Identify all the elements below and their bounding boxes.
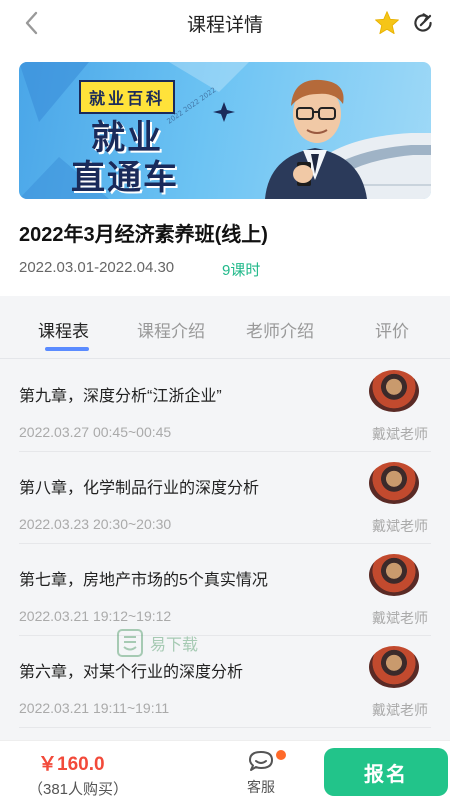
- lesson-teacher: 戴斌老师: [372, 518, 428, 534]
- course-banner: 2022 2022 2022 就业百科 就业 直通车: [19, 62, 431, 199]
- course-price: ￥160.0: [38, 754, 105, 775]
- lesson-name: 第九章，深度分析“江浙企业”: [19, 388, 222, 405]
- favorite-button[interactable]: [374, 10, 400, 36]
- course-tabs: 课程表 课程介绍 老师介绍 评价: [0, 303, 450, 359]
- chat-icon: [249, 751, 273, 771]
- lesson-name: 第六章，对某个行业的深度分析: [19, 664, 244, 681]
- watermark-text: 易下载: [150, 635, 199, 654]
- share-icon: [414, 13, 432, 32]
- watermark: 易下载: [116, 628, 198, 658]
- lesson-time: 2022.03.21 19:12~19:12: [19, 608, 172, 624]
- lesson-item[interactable]: 第六章，对某个行业的深度分析 2022.03.21 19:11~19:11 戴斌…: [0, 636, 450, 728]
- course-title: 2022年3月经济素养班(线上): [19, 224, 268, 246]
- lesson-item[interactable]: 第九章，深度分析“江浙企业” 2022.03.27 00:45~00:45 戴斌…: [0, 360, 450, 452]
- bottom-bar: ￥160.0 （381人购买） 客服 报名: [0, 740, 450, 800]
- active-tab-indicator: [45, 347, 89, 351]
- enroll-button[interactable]: 报名: [324, 748, 448, 796]
- watermark-logo-icon: [117, 629, 143, 657]
- customer-service-button[interactable]: 客服: [240, 749, 286, 799]
- share-button[interactable]: [410, 10, 436, 36]
- businessman-illustration: [265, 79, 367, 199]
- lesson-item[interactable]: 第七章，房地产市场的5个真实情况 2022.03.21 19:12~19:12 …: [0, 544, 450, 636]
- lesson-name: 第七章，房地产市场的5个真实情况: [19, 572, 268, 589]
- lesson-name: 第八章，化学制品行业的深度分析: [19, 480, 260, 497]
- lesson-teacher: 戴斌老师: [372, 426, 428, 442]
- teacher-avatar: [369, 554, 419, 596]
- lesson-time: 2022.03.23 20:30~20:30: [19, 516, 172, 532]
- lesson-teacher: 戴斌老师: [372, 610, 428, 626]
- notification-dot: [276, 750, 286, 760]
- course-header-card: 2022 2022 2022 就业百科 就业 直通车 2022年3月经济素养班(…: [0, 46, 450, 296]
- course-hours: 9课时: [222, 262, 261, 279]
- buyer-count: （381人购买）: [28, 781, 129, 798]
- star-icon: [375, 11, 399, 35]
- teacher-avatar: [369, 646, 419, 688]
- teacher-avatar: [369, 370, 419, 412]
- lesson-time: 2022.03.21 19:11~19:11: [19, 700, 170, 716]
- page-title: 课程详情: [186, 14, 263, 36]
- lesson-teacher: 戴斌老师: [372, 702, 428, 718]
- back-button[interactable]: [18, 9, 46, 37]
- divider: [19, 727, 431, 728]
- teacher-avatar: [369, 462, 419, 504]
- customer-service-label: 客服: [247, 779, 275, 795]
- chevron-left-icon: [25, 11, 38, 35]
- tab-course-intro[interactable]: 课程介绍: [137, 317, 205, 342]
- banner-tag: 就业百科: [79, 80, 176, 114]
- tab-schedule[interactable]: 课程表: [38, 317, 89, 342]
- banner-headline-2: 直通车: [71, 158, 179, 198]
- tab-reviews[interactable]: 评价: [375, 317, 409, 342]
- lesson-time: 2022.03.27 00:45~00:45: [19, 424, 172, 440]
- top-bar: 课程详情: [0, 0, 450, 46]
- lesson-item[interactable]: 第八章，化学制品行业的深度分析 2022.03.23 20:30~20:30 戴…: [0, 452, 450, 544]
- tab-teacher-intro[interactable]: 老师介绍: [246, 317, 314, 342]
- course-date-range: 2022.03.01-2022.04.30: [19, 259, 175, 276]
